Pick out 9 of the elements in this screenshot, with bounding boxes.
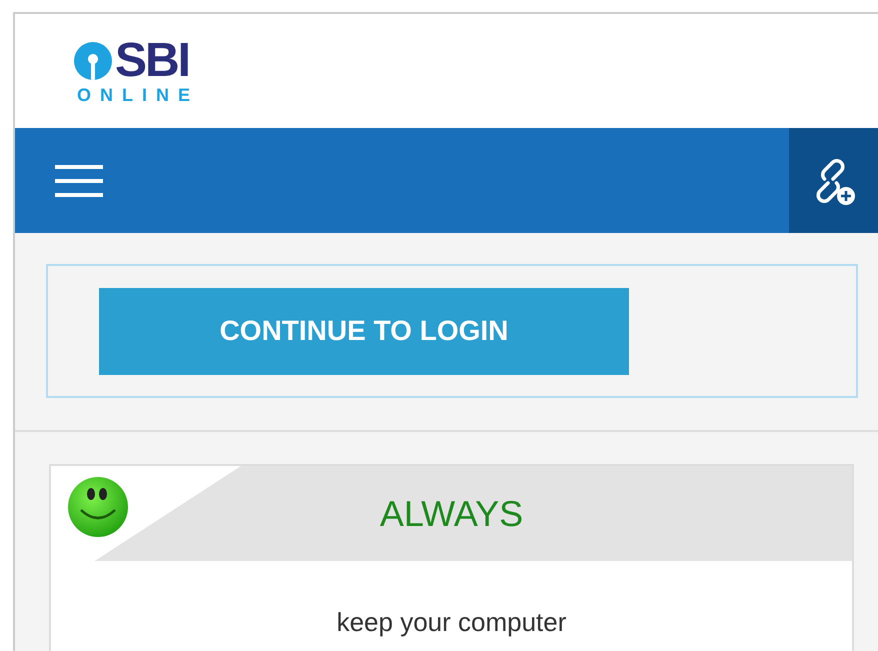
card-title: ALWAYS bbox=[380, 492, 524, 534]
smiley-icon bbox=[67, 476, 129, 538]
logo-wordmark: SBI bbox=[115, 37, 190, 85]
logo-tagline: ONLINE bbox=[77, 85, 200, 105]
keyhole-logo-icon bbox=[73, 41, 113, 81]
tip-text: keep your computer bbox=[336, 607, 568, 639]
link-button[interactable] bbox=[789, 128, 878, 233]
menu-icon bbox=[55, 164, 103, 198]
continue-to-login-button[interactable]: CONTINUE TO LOGIN bbox=[99, 288, 629, 374]
